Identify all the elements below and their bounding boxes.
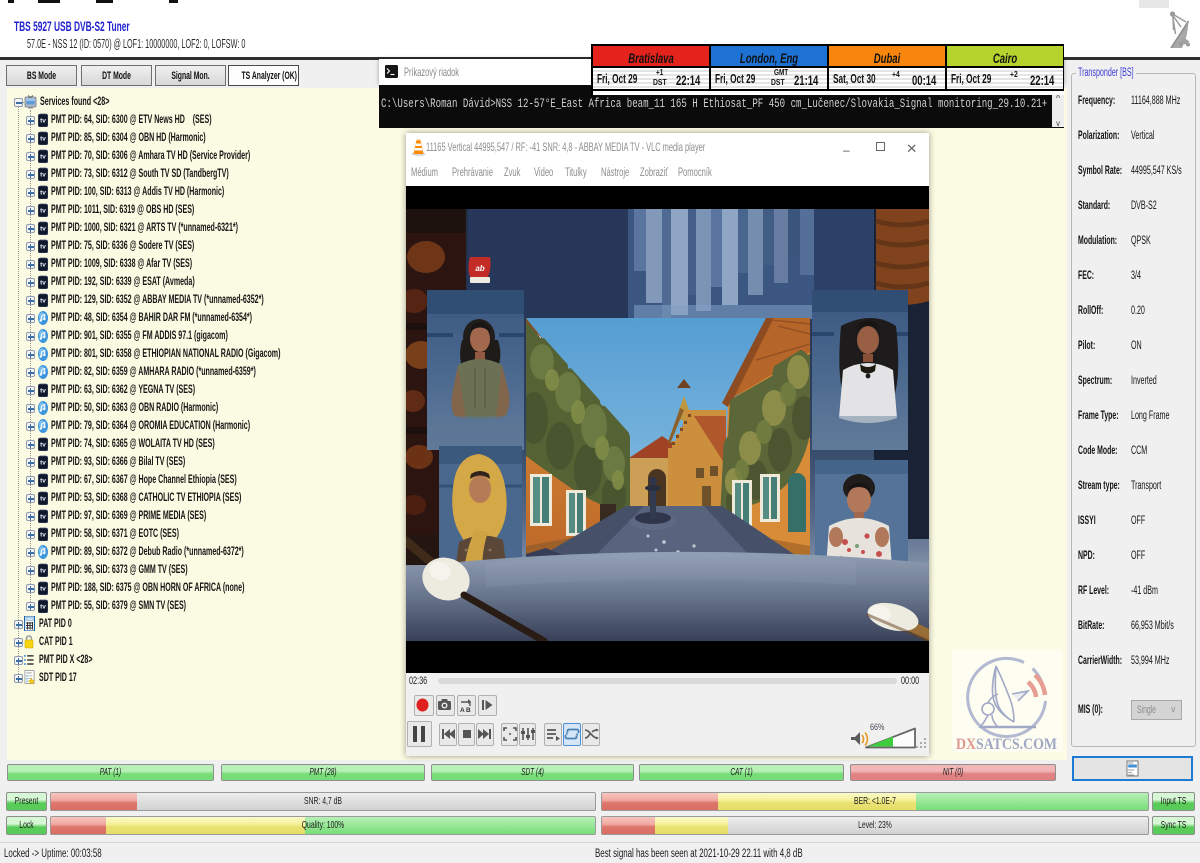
svg-text:SATCS.COM: SATCS.COM — [976, 736, 1057, 752]
svg-text:A: A — [460, 707, 465, 714]
svg-text:B: B — [466, 707, 471, 714]
svg-text:DX: DX — [956, 736, 976, 752]
